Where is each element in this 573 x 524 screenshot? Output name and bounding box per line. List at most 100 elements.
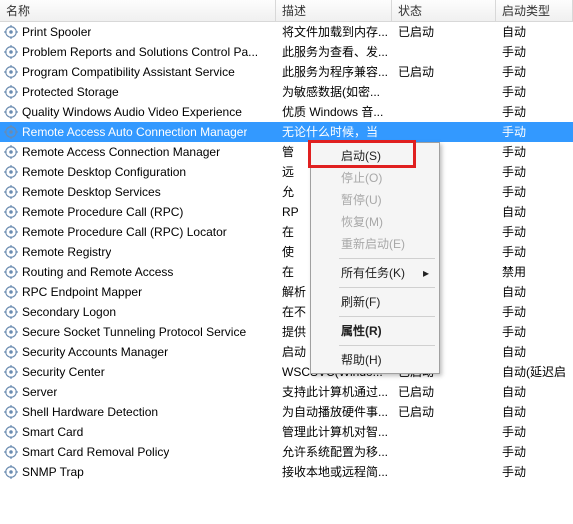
header-start-type[interactable]: 启动类型 <box>496 0 573 21</box>
service-desc: 将文件加载到内存... <box>276 22 392 42</box>
service-name: Remote Procedure Call (RPC) <box>22 202 183 222</box>
service-start-type: 自动 <box>496 202 573 222</box>
service-name: Shell Hardware Detection <box>22 402 158 422</box>
service-status: 已启动 <box>392 382 496 402</box>
menu-properties[interactable]: 属性(R) <box>313 320 437 342</box>
service-start-type: 手动 <box>496 302 573 322</box>
service-desc: 为敏感数据(如密... <box>276 82 392 102</box>
gear-icon <box>4 125 18 139</box>
service-desc: 接收本地或远程简... <box>276 462 392 482</box>
service-row[interactable]: Server支持此计算机通过...已启动自动 <box>0 382 573 402</box>
service-name: RPC Endpoint Mapper <box>22 282 142 302</box>
service-row[interactable]: SNMP Trap接收本地或远程简...手动 <box>0 462 573 482</box>
menu-help[interactable]: 帮助(H) <box>313 349 437 371</box>
menu-refresh[interactable]: 刷新(F) <box>313 291 437 313</box>
service-start-type: 手动 <box>496 222 573 242</box>
menu-start[interactable]: 启动(S) <box>313 145 437 167</box>
header-status[interactable]: 状态 <box>392 0 496 21</box>
service-start-type: 手动 <box>496 182 573 202</box>
service-row[interactable]: Secondary Logon在不手动 <box>0 302 573 322</box>
column-header: 名称 描述 状态 启动类型 <box>0 0 573 22</box>
service-row[interactable]: Remote Registry使手动 <box>0 242 573 262</box>
service-desc: 为自动播放硬件事... <box>276 402 392 422</box>
service-status <box>392 422 496 442</box>
service-row[interactable]: Security CenterWSCSVC(Windo...已启动自动(延迟启 <box>0 362 573 382</box>
gear-icon <box>4 445 18 459</box>
service-start-type: 自动(延迟启 <box>496 362 573 382</box>
service-row[interactable]: Program Compatibility Assistant Service 此… <box>0 62 573 82</box>
service-start-type: 手动 <box>496 42 573 62</box>
service-name: Remote Desktop Services <box>22 182 161 202</box>
service-name: Protected Storage <box>22 82 119 102</box>
context-menu: 启动(S) 停止(O) 暂停(U) 恢复(M) 重新启动(E) 所有任务(K) … <box>310 142 440 374</box>
service-row[interactable]: Quality Windows Audio Video Experience 优质… <box>0 102 573 122</box>
service-row[interactable]: Smart Card管理此计算机对智...手动 <box>0 422 573 442</box>
service-row[interactable]: Remote Desktop Configuration远手动 <box>0 162 573 182</box>
service-status <box>392 102 496 122</box>
service-row[interactable]: Routing and Remote Access在禁用 <box>0 262 573 282</box>
service-name: Print Spooler <box>22 22 91 42</box>
service-name: Program Compatibility Assistant Service <box>22 62 235 82</box>
service-name: Remote Procedure Call (RPC) Locator <box>22 222 227 242</box>
service-start-type: 手动 <box>496 242 573 262</box>
service-name: Secure Socket Tunneling Protocol Service <box>22 322 246 342</box>
service-start-type: 手动 <box>496 142 573 162</box>
menu-separator <box>339 287 435 288</box>
service-row[interactable]: Remote Access Auto Connection Manager 无论什… <box>0 122 573 142</box>
service-status <box>392 42 496 62</box>
service-name: Quality Windows Audio Video Experience <box>22 102 242 122</box>
service-status: 已启动 <box>392 62 496 82</box>
service-row[interactable]: RPC Endpoint Mapper解析已启动自动 <box>0 282 573 302</box>
service-row[interactable]: Smart Card Removal Policy允许系统配置为移...手动 <box>0 442 573 462</box>
service-row[interactable]: Secure Socket Tunneling Protocol Service… <box>0 322 573 342</box>
service-start-type: 自动 <box>496 282 573 302</box>
menu-stop: 停止(O) <box>313 167 437 189</box>
submenu-arrow-icon: ▸ <box>423 262 429 284</box>
menu-all-tasks-label: 所有任务(K) <box>341 266 405 280</box>
header-desc[interactable]: 描述 <box>276 0 392 21</box>
service-row[interactable]: Shell Hardware Detection为自动播放硬件事...已启动自动 <box>0 402 573 422</box>
service-row[interactable]: Remote Procedure Call (RPC)RP已启动自动 <box>0 202 573 222</box>
header-name[interactable]: 名称 <box>0 0 276 21</box>
gear-icon <box>4 285 18 299</box>
service-row[interactable]: Remote Procedure Call (RPC) Locator在手动 <box>0 222 573 242</box>
gear-icon <box>4 245 18 259</box>
service-name: Smart Card <box>22 422 83 442</box>
service-desc: 无论什么时候，当 <box>276 122 392 142</box>
menu-all-tasks[interactable]: 所有任务(K) ▸ <box>313 262 437 284</box>
service-row[interactable]: Problem Reports and Solutions Control Pa… <box>0 42 573 62</box>
service-start-type: 手动 <box>496 122 573 142</box>
service-status <box>392 122 496 142</box>
service-start-type: 手动 <box>496 442 573 462</box>
service-name: SNMP Trap <box>22 462 84 482</box>
service-row[interactable]: Security Accounts Manager启动已启动自动 <box>0 342 573 362</box>
gear-icon <box>4 185 18 199</box>
service-name: Remote Access Auto Connection Manager <box>22 122 247 142</box>
service-desc: 此服务为查看、发... <box>276 42 392 62</box>
menu-separator <box>339 258 435 259</box>
service-desc: 此服务为程序兼容... <box>276 62 392 82</box>
menu-separator <box>339 316 435 317</box>
gear-icon <box>4 225 18 239</box>
gear-icon <box>4 405 18 419</box>
gear-icon <box>4 165 18 179</box>
service-desc: 优质 Windows 音... <box>276 102 392 122</box>
service-row[interactable]: Protected Storage 为敏感数据(如密... 手动 <box>0 82 573 102</box>
service-status <box>392 82 496 102</box>
menu-restart: 重新启动(E) <box>313 233 437 255</box>
service-row[interactable]: Print Spooler 将文件加载到内存...已启动自动 <box>0 22 573 42</box>
service-start-type: 自动 <box>496 22 573 42</box>
service-start-type: 自动 <box>496 382 573 402</box>
gear-icon <box>4 45 18 59</box>
service-row[interactable]: Remote Access Connection Manager管手动 <box>0 142 573 162</box>
gear-icon <box>4 105 18 119</box>
service-row[interactable]: Remote Desktop Services允手动 <box>0 182 573 202</box>
gear-icon <box>4 65 18 79</box>
service-status: 已启动 <box>392 22 496 42</box>
service-name: Remote Desktop Configuration <box>22 162 186 182</box>
gear-icon <box>4 205 18 219</box>
service-start-type: 手动 <box>496 162 573 182</box>
service-start-type: 手动 <box>496 82 573 102</box>
service-desc: 管理此计算机对智... <box>276 422 392 442</box>
gear-icon <box>4 25 18 39</box>
